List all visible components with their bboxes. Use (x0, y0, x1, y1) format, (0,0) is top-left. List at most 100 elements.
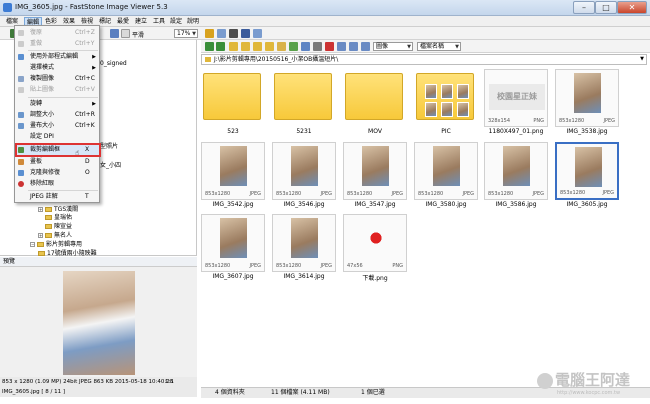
crop-icon (18, 147, 24, 153)
image-format: JPEG (320, 263, 332, 269)
folder-icon (38, 251, 45, 256)
expand-icon[interactable]: + (38, 207, 43, 212)
menu-item-external-editor[interactable]: 使用外部程式編輯 ▶ (17, 52, 99, 62)
image-dimensions: 853x1280 (276, 263, 302, 269)
tree-item[interactable]: 女_小四 (100, 160, 121, 169)
select-all-icon[interactable] (337, 42, 346, 51)
view-select[interactable]: 圖像 ▼ (373, 42, 413, 51)
tree-item[interactable]: 0_signed (100, 60, 127, 67)
thumbnail-tile[interactable]: 853x1280 JPEG IMG_3542.jpg (201, 142, 265, 208)
smooth-checkbox[interactable] (121, 29, 130, 38)
menu-item-canvas-size[interactable]: 畫布大小 Ctrl+K (17, 121, 99, 131)
mini-photo (425, 84, 437, 99)
copy-icon[interactable] (277, 42, 286, 51)
watermark-logo: 電腦王阿達 http://www.kocpc.com.tw (537, 367, 647, 399)
thumbnail-tile[interactable]: 853x1280 JPEG IMG_3546.jpg (272, 142, 336, 208)
mini-photo (425, 102, 437, 117)
image-dimensions: 853x1280 (418, 191, 444, 197)
refresh-icon[interactable] (289, 42, 298, 51)
menu-item-crop-board[interactable]: 裁剪編輯框 X ☝ (15, 143, 101, 157)
thumbnail-tile[interactable]: 523 (201, 69, 265, 135)
thumbnail-tile[interactable]: MOV (343, 69, 407, 135)
new-folder-icon[interactable] (253, 42, 262, 51)
menu-item-set-dpi[interactable]: 設定 DPI (17, 132, 99, 142)
menu-item-rotate[interactable]: 旋轉 ▶ (17, 99, 99, 109)
menu-item-clone-heal[interactable]: 克隆與修復 O (17, 168, 99, 178)
photo-image (220, 146, 247, 186)
tree-item[interactable]: 17號債兩小隨映難 (38, 248, 97, 257)
minimize-button[interactable]: – (573, 1, 595, 14)
thumbnail-tile[interactable]: 5231 (272, 69, 336, 135)
tree-item[interactable]: 陳宣益 (45, 221, 72, 230)
zoom-1to1-button[interactable]: 1:1 (165, 377, 174, 387)
menu-create[interactable]: 建立 (133, 17, 149, 26)
tool-icon-1[interactable] (205, 29, 214, 38)
status-files: 11 個檔案 (4.11 MB) (271, 389, 330, 396)
tree-item[interactable]: − 影片剪輯專用 (30, 239, 82, 248)
menu-item-undo[interactable]: 復原 Ctrl+Z (17, 28, 99, 38)
details-view-icon[interactable] (361, 42, 370, 51)
zoom-fit-icon[interactable] (110, 29, 119, 38)
collapse-icon[interactable]: − (30, 242, 35, 247)
app-icon (3, 3, 12, 12)
menu-help[interactable]: 說明 (185, 17, 201, 26)
thumbnail-tile[interactable]: 853x1280 JPEG IMG_3547.jpg (343, 142, 407, 208)
thumbnail-label: IMG_3547.jpg (354, 201, 396, 208)
zoom-select[interactable]: 17% ▼ (174, 29, 198, 38)
paste-icon (18, 87, 24, 93)
thumbnail-tile[interactable]: 853x1280 JPEG IMG_3605.jpg (555, 142, 619, 208)
folder-favorite-icon[interactable] (265, 42, 274, 51)
tool-icon-2[interactable] (217, 29, 226, 38)
menu-favorites[interactable]: 最愛 (115, 17, 131, 26)
folder-icon (203, 73, 261, 120)
chevron-down-icon[interactable]: ▼ (640, 55, 644, 64)
copy-icon (18, 76, 24, 82)
thumbnail-tile[interactable]: 47x56 PNG 下載.png (343, 214, 407, 282)
menu-settings[interactable]: 設定 (168, 17, 184, 26)
menu-item-jpeg-comment[interactable]: JPEG 註解 T (17, 192, 99, 202)
forward-icon[interactable] (216, 42, 225, 51)
tool-icon-5[interactable] (253, 29, 262, 38)
tool-icon-3[interactable] (229, 29, 238, 38)
thumbnail-frame (414, 69, 478, 127)
folder-up-icon[interactable] (229, 42, 238, 51)
maximize-button[interactable]: □ (595, 1, 617, 14)
expand-icon[interactable]: + (38, 233, 43, 238)
browser-toolbar (201, 27, 650, 40)
thumbnail-size-icon[interactable] (349, 42, 358, 51)
back-icon[interactable] (205, 42, 214, 51)
thumbnail-meta: 328x154 PNG (488, 118, 544, 124)
tree-item[interactable]: 皇瑞佑 (45, 212, 72, 221)
image-format: JPEG (320, 191, 332, 197)
thumbnail-tile[interactable]: 校園星正妹 328x154 PNG 1180X497_01.png (484, 69, 548, 135)
menu-item-redo[interactable]: 重做 Ctrl+Y (17, 39, 99, 49)
redo-icon (18, 41, 24, 47)
sort-select[interactable]: 檔案名稱 ▼ (417, 42, 461, 51)
menu-item-draw-board[interactable]: 畫板 D (17, 157, 99, 167)
tree-item[interactable]: 型照片 (100, 141, 118, 150)
delete-icon[interactable] (325, 42, 334, 51)
watermark-mascot-icon (537, 373, 553, 389)
folder-icon (205, 57, 211, 62)
close-button[interactable]: ✕ (617, 1, 647, 14)
folder-icon[interactable] (241, 42, 250, 51)
move-icon[interactable] (301, 42, 310, 51)
menu-tools[interactable]: 工具 (151, 17, 167, 26)
rename-icon[interactable] (313, 42, 322, 51)
thumbnail-tile[interactable]: 853x1280 JPEG IMG_3614.jpg (272, 214, 336, 280)
thumbnail-tile[interactable]: 853x1280 JPEG IMG_3538.jpg (555, 69, 619, 135)
menu-item-resize[interactable]: 調整大小 Ctrl+R (17, 110, 99, 120)
status-folders: 4 個資料夾 (215, 389, 245, 396)
thumbnail-tile[interactable]: 853x1280 JPEG IMG_3580.jpg (414, 142, 478, 208)
menu-item-copy-image[interactable]: 複製圖像 Ctrl+C (17, 74, 99, 84)
menu-item-paste-image[interactable]: 貼上圖像 Ctrl+V (17, 85, 99, 95)
thumbnail-tile[interactable]: 853x1280 JPEG IMG_3607.jpg (201, 214, 265, 280)
thumbnail-tile[interactable]: PIC (414, 69, 478, 135)
tree-item[interactable]: + 無名人 (38, 230, 72, 239)
menu-item-red-eye[interactable]: 移除紅眼 (17, 179, 99, 189)
menu-item-select-mode[interactable]: 選擇模式 ▶ (17, 63, 99, 73)
tool-icon-4[interactable] (241, 29, 250, 38)
image-format: JPEG (603, 118, 615, 124)
thumbnail-tile[interactable]: 853x1280 JPEG IMG_3586.jpg (484, 142, 548, 208)
address-bar[interactable]: J:\影片剪輯專用\20150516_小潔OB攝溫短片\ ▼ (201, 54, 647, 65)
